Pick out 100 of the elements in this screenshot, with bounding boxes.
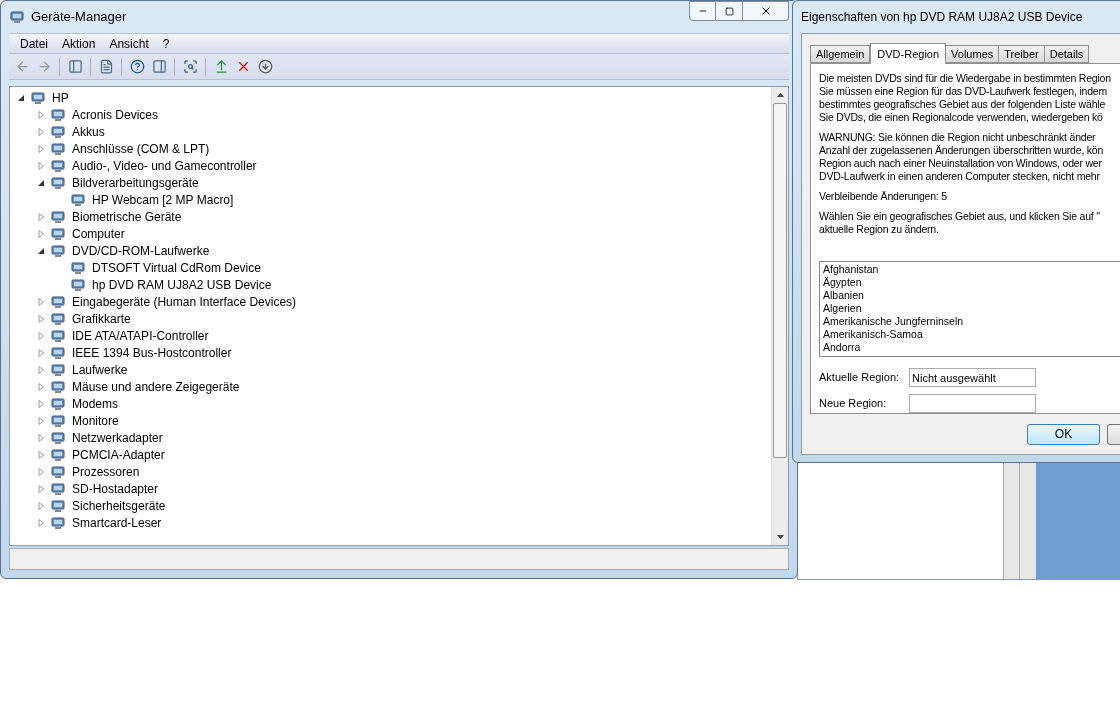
list-item[interactable]: Amerikanische Jungferninseln [823, 315, 1120, 328]
device-icon [50, 123, 66, 140]
text-line: Anzahl der zugelassenen Änderungen überschritten wurde, kön [819, 144, 1105, 157]
region-list[interactable]: Afghanistan Ägypten Albanien Algerien Amerikanische Jungferninseln Amerikanisch-Samoa Andorra [819, 261, 1120, 357]
expand-arrow-icon[interactable] [37, 331, 45, 340]
expand-arrow-icon[interactable] [37, 501, 45, 510]
device-icon [70, 259, 86, 276]
window-title: Geräte-Manager [31, 8, 127, 27]
menu-item[interactable]: Aktion [55, 34, 103, 53]
tree-item[interactable]: Computer [70, 224, 125, 243]
tree-item[interactable]: Eingabegeräte (Human Interface Devices) [70, 292, 297, 311]
scroll-down-icon[interactable] [776, 535, 784, 539]
tree-item[interactable]: SD-Hostadapter [70, 479, 159, 498]
field-label: Aktuelle Region: [819, 370, 901, 386]
tree-item[interactable]: DVD/CD-ROM-Laufwerke [70, 241, 210, 260]
tree-item[interactable]: Sicherheitsgeräte [70, 496, 166, 515]
tree-item[interactable]: Smartcard-Leser [70, 513, 162, 532]
expand-arrow-icon[interactable] [37, 297, 45, 306]
tab[interactable]: Details [1044, 45, 1090, 63]
tab[interactable]: DVD-Region [870, 43, 947, 64]
expand-arrow-icon[interactable] [37, 110, 45, 119]
expand-arrow-icon[interactable] [37, 467, 45, 476]
minimize-button[interactable] [689, 1, 716, 21]
scroll-up-icon[interactable] [776, 93, 784, 97]
tree-item[interactable]: Anschlüsse (COM & LPT) [70, 139, 210, 158]
expand-arrow-icon[interactable] [37, 416, 45, 425]
device-icon [50, 140, 66, 157]
expand-arrow-icon[interactable] [37, 450, 45, 459]
scrollbar[interactable] [771, 87, 788, 545]
tree-item[interactable]: Biometrische Geräte [70, 207, 182, 226]
list-item[interactable]: Albanien [823, 289, 1120, 302]
tree-item[interactable]: Audio-, Video- und Gamecontroller [70, 156, 257, 175]
panel-icon[interactable] [150, 57, 168, 76]
text-line: WARNUNG: Sie können die Region nicht unbeschränkt änder [819, 131, 1097, 144]
device-icon [50, 361, 66, 378]
list-item[interactable]: Algerien [823, 302, 1120, 315]
device-icon [50, 412, 66, 429]
list-item[interactable]: Andorra [823, 341, 1120, 354]
expand-arrow-icon[interactable] [37, 127, 45, 136]
expand-arrow-icon[interactable] [37, 144, 45, 153]
tree-item[interactable]: HP Webcam [2 MP Macro] [90, 190, 234, 209]
device-icon [50, 514, 66, 531]
list-item[interactable]: Afghanistan [823, 263, 1120, 276]
expand-arrow-icon[interactable] [37, 314, 45, 323]
tree-item[interactable]: Laufwerke [70, 360, 128, 379]
tree-item[interactable]: Bildverarbeitungsgeräte [70, 173, 199, 192]
tree-item[interactable]: Mäuse und andere Zeigegeräte [70, 377, 240, 396]
scan-icon[interactable] [181, 57, 199, 76]
expand-arrow-icon[interactable] [37, 399, 45, 408]
expand-arrow-icon[interactable] [37, 229, 45, 238]
close-button[interactable] [743, 1, 789, 21]
device-icon [50, 327, 66, 344]
tab[interactable]: Allgemein [810, 45, 871, 63]
collapse-arrow-icon[interactable] [17, 93, 25, 102]
device-icon [50, 106, 66, 123]
tree-item[interactable]: Akkus [70, 122, 105, 141]
panel-icon[interactable] [66, 57, 84, 76]
tree-item[interactable]: PCMCIA-Adapter [70, 445, 165, 464]
expand-arrow-icon[interactable] [37, 382, 45, 391]
tab[interactable]: Treiber [999, 45, 1045, 63]
tree-item[interactable]: HP [50, 88, 69, 107]
device-icon [50, 310, 66, 327]
input-field[interactable]: Nicht ausgewählt [909, 368, 1036, 387]
ok-button[interactable]: OK [1027, 423, 1100, 445]
collapse-arrow-icon[interactable] [37, 178, 45, 187]
expand-arrow-icon[interactable] [37, 348, 45, 357]
collapse-arrow-icon[interactable] [37, 246, 45, 255]
text-line: DVD-Laufwerk in einen anderen Computer stecken, nicht mehr [819, 170, 1101, 183]
expand-arrow-icon[interactable] [37, 484, 45, 493]
menu-item[interactable]: Ansicht [102, 34, 156, 53]
menu-item[interactable]: Datei [13, 34, 55, 53]
expand-arrow-icon[interactable] [37, 518, 45, 527]
expand-arrow-icon[interactable] [37, 161, 45, 170]
device-icon [9, 9, 25, 25]
text-line: Region auch nach einer Neuinstallation von Windows, oder wer [819, 157, 1103, 170]
list-item[interactable]: Ägypten [823, 276, 1120, 289]
tree-item[interactable]: Modems [70, 394, 118, 413]
text-line: Wählen Sie ein geografisches Gebiet aus, und klicken Sie auf " [819, 210, 1101, 223]
tree-item[interactable]: DTSOFT Virtual CdRom Device [90, 258, 261, 277]
tree-item[interactable]: IEEE 1394 Bus-Hostcontroller [70, 343, 232, 362]
tree-item[interactable]: IDE ATA/ATAPI-Controller [70, 326, 209, 345]
maximize-button[interactable] [716, 1, 743, 21]
expand-arrow-icon[interactable] [37, 365, 45, 374]
device-icon [50, 242, 66, 259]
tab[interactable]: Volumes [946, 45, 1000, 63]
list-item[interactable]: Amerikanisch-Samoa [823, 328, 1120, 341]
expand-arrow-icon[interactable] [37, 433, 45, 442]
menu-item[interactable]: ? [155, 34, 177, 53]
dialog-title: Eigenschaften von hp DVD RAM UJ8A2 USB Device [801, 9, 1083, 26]
tree-item[interactable]: Grafikkarte [70, 309, 131, 328]
tree-item[interactable]: Monitore [70, 411, 119, 430]
download-arrow-icon[interactable] [256, 57, 274, 76]
expand-arrow-icon[interactable] [37, 212, 45, 221]
tree-item[interactable]: hp DVD RAM UJ8A2 USB Device [90, 275, 272, 294]
input-field[interactable] [909, 394, 1036, 413]
help-icon[interactable] [128, 57, 146, 76]
tree-item[interactable]: Acronis Devices [70, 105, 159, 124]
tree-item[interactable]: Netzwerkadapter [70, 428, 163, 447]
tree-item[interactable]: Prozessoren [70, 462, 140, 481]
device-icon [50, 174, 66, 191]
